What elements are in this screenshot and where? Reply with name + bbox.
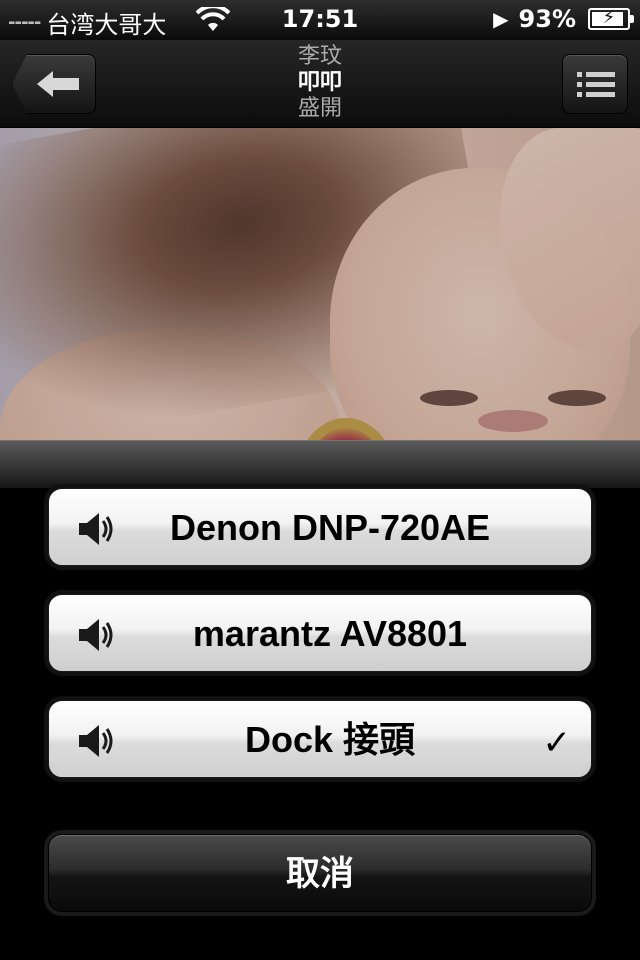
play-indicator-icon: ▶: [493, 7, 509, 31]
album-name: 盛開: [297, 96, 342, 121]
nav-bar: 李玟 叩叩 盛開: [0, 40, 640, 128]
route-option-label: Dock 接頭: [244, 719, 416, 760]
artwork-dim-overlay: [0, 128, 640, 440]
album-artwork: [0, 128, 640, 440]
status-right: ▶ 93% ⚡: [493, 5, 634, 33]
back-arrow-icon: [37, 71, 79, 97]
now-playing-info: 李玟 叩叩 盛開: [200, 44, 440, 122]
list-icon: [577, 72, 615, 97]
battery-percent: 93%: [518, 5, 576, 33]
action-sheet-header: [0, 440, 640, 488]
route-option-label: marantz AV8801: [192, 613, 468, 654]
cancel-label: 取消: [286, 854, 354, 894]
cancel-button[interactable]: 取消: [48, 834, 592, 912]
track-list-button[interactable]: [562, 54, 628, 114]
speaker-icon: [79, 619, 113, 651]
status-bar: ----- 台湾大哥大 17:51 ▶ 93% ⚡: [0, 0, 640, 40]
checkmark-icon: ✓: [542, 723, 572, 763]
route-option-label: Denon DNP-720AE: [169, 507, 491, 548]
route-option-dock[interactable]: Dock 接頭 ✓: [48, 700, 592, 778]
back-button[interactable]: [12, 54, 96, 114]
speaker-icon: [79, 725, 113, 757]
speaker-icon: [79, 513, 113, 545]
charging-bolt-icon: ⚡: [602, 7, 616, 28]
route-option-marantz[interactable]: marantz AV8801: [48, 594, 592, 672]
artist-name: 李玟: [297, 44, 342, 69]
battery-icon: ⚡: [588, 7, 634, 30]
route-option-denon[interactable]: Denon DNP-720AE: [48, 488, 592, 566]
song-title: 叩叩: [297, 70, 342, 95]
